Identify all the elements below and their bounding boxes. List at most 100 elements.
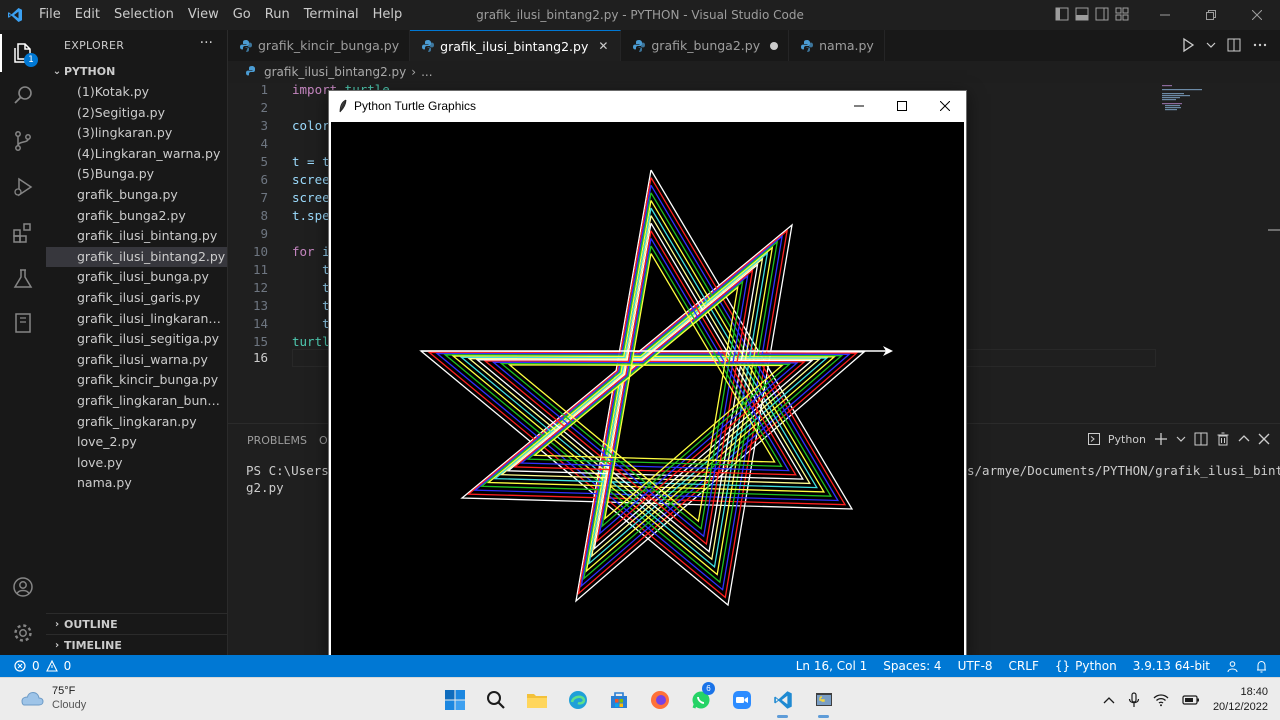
more-actions-icon[interactable]: ··· — [200, 35, 213, 51]
menu-go[interactable]: Go — [226, 0, 258, 30]
file-item[interactable]: grafik_ilusi_garis.py — [46, 288, 227, 309]
file-item[interactable]: (5)Bunga.py — [46, 164, 227, 185]
encoding[interactable]: UTF-8 — [958, 655, 993, 677]
chevron-up-icon[interactable] — [1103, 696, 1115, 704]
python-taskbar-icon[interactable] — [803, 678, 844, 720]
weather-widget[interactable]: 75°F Cloudy — [18, 684, 86, 712]
customize-layout-icon[interactable] — [1114, 6, 1130, 22]
tab-problems[interactable]: PROBLEMS — [247, 434, 307, 447]
breadcrumb-symbols[interactable]: ... — [421, 65, 432, 79]
file-item[interactable]: love.py — [46, 453, 227, 474]
new-terminal-plus-icon[interactable] — [1154, 432, 1168, 446]
file-item[interactable]: nama.py — [46, 473, 227, 494]
remote-explorer-icon[interactable] — [0, 300, 46, 346]
menu-file[interactable]: File — [32, 0, 68, 30]
source-control-icon[interactable] — [0, 118, 46, 164]
file-explorer-icon[interactable] — [516, 678, 557, 720]
explorer-icon[interactable]: 1 — [0, 30, 46, 76]
turtle-window-titlebar[interactable]: Python Turtle Graphics — [329, 91, 966, 121]
split-terminal-icon[interactable] — [1194, 432, 1208, 446]
tab-output[interactable]: O — [319, 434, 328, 447]
notifications-bell-icon[interactable] — [1255, 660, 1268, 673]
file-item[interactable]: grafik_lingkaran_bunga.py — [46, 391, 227, 412]
close-panel-icon[interactable] — [1258, 433, 1270, 445]
turtle-canvas[interactable] — [331, 122, 964, 656]
folder-python[interactable]: ⌄ PYTHON — [46, 60, 227, 82]
menu-help[interactable]: Help — [366, 0, 410, 30]
edge-browser-icon[interactable] — [557, 678, 598, 720]
settings-gear-icon[interactable] — [0, 610, 46, 656]
close-tab-icon[interactable]: ✕ — [596, 39, 610, 53]
cursor-position[interactable]: Ln 16, Col 1 — [796, 655, 868, 677]
menu-view[interactable]: View — [181, 0, 226, 30]
indentation[interactable]: Spaces: 4 — [883, 655, 941, 677]
file-item[interactable]: grafik_ilusi_segitiga.py — [46, 329, 227, 350]
terminal-output[interactable]: PS C:\Users\ g2.py — [246, 462, 336, 496]
file-item[interactable]: grafik_bunga2.py — [46, 206, 227, 227]
toggle-panel-icon[interactable] — [1074, 6, 1090, 22]
file-item[interactable]: love_2.py — [46, 432, 227, 453]
extensions-icon[interactable] — [0, 210, 46, 256]
menu-terminal[interactable]: Terminal — [297, 0, 366, 30]
file-item[interactable]: grafik_ilusi_bunga.py — [46, 267, 227, 288]
more-actions-icon[interactable] — [1252, 37, 1268, 53]
tab-nama[interactable]: nama.py — [789, 30, 885, 61]
menu-selection[interactable]: Selection — [107, 0, 181, 30]
search-icon[interactable] — [0, 72, 46, 118]
battery-icon[interactable] — [1182, 694, 1200, 706]
microphone-icon[interactable] — [1128, 691, 1140, 708]
tab-grafik-ilusi-bintang2[interactable]: grafik_ilusi_bintang2.py ✕ — [410, 30, 622, 61]
chevron-down-icon[interactable] — [1176, 434, 1186, 444]
tab-grafik-bunga2[interactable]: grafik_bunga2.py — [621, 30, 790, 61]
unsaved-dot-icon[interactable] — [770, 41, 779, 50]
problems-status[interactable]: 0 0 — [14, 655, 71, 677]
minimize-icon[interactable] — [1142, 0, 1188, 30]
toggle-primary-sidebar-icon[interactable] — [1054, 6, 1070, 22]
wifi-icon[interactable] — [1153, 693, 1169, 707]
python-interpreter[interactable]: 3.9.13 64-bit — [1133, 655, 1210, 677]
chevron-down-icon[interactable] — [1206, 40, 1216, 50]
testing-icon[interactable] — [0, 256, 46, 302]
file-item[interactable]: (3)lingkaran.py — [46, 123, 227, 144]
file-item[interactable]: grafik_ilusi_warna.py — [46, 350, 227, 371]
file-item[interactable]: grafik_kincir_bunga.py — [46, 370, 227, 391]
language-mode[interactable]: {} Python — [1055, 655, 1117, 677]
feedback-icon[interactable] — [1226, 660, 1239, 673]
vscode-taskbar-icon[interactable] — [762, 678, 803, 720]
maximize-icon[interactable] — [880, 91, 923, 121]
file-item[interactable]: grafik_bunga.py — [46, 185, 227, 206]
terminal-name[interactable]: Python — [1108, 433, 1146, 446]
split-editor-icon[interactable] — [1226, 37, 1242, 53]
close-icon[interactable] — [923, 91, 966, 121]
file-item-selected[interactable]: grafik_ilusi_bintang2.py — [46, 246, 227, 268]
toggle-secondary-sidebar-icon[interactable] — [1094, 6, 1110, 22]
run-python-file-icon[interactable] — [1180, 37, 1196, 53]
end-of-line[interactable]: CRLF — [1009, 655, 1039, 677]
run-debug-icon[interactable] — [0, 164, 46, 210]
firefox-icon[interactable] — [639, 678, 680, 720]
restore-icon[interactable] — [1188, 0, 1234, 30]
close-window-icon[interactable] — [1234, 0, 1280, 30]
microsoft-store-icon[interactable] — [598, 678, 639, 720]
file-item[interactable]: (2)Segitiga.py — [46, 103, 227, 124]
trash-icon[interactable] — [1216, 432, 1230, 446]
accounts-icon[interactable] — [0, 564, 46, 610]
menu-run[interactable]: Run — [258, 0, 297, 30]
turtle-graphics-window[interactable]: Python Turtle Graphics — [328, 90, 967, 659]
minimize-icon[interactable] — [837, 91, 880, 121]
zoom-icon[interactable] — [721, 678, 762, 720]
scrollbar-marker[interactable] — [1268, 229, 1280, 231]
search-icon[interactable] — [475, 678, 516, 720]
start-button[interactable] — [434, 678, 475, 720]
outline-section[interactable]: › OUTLINE — [46, 613, 227, 635]
file-item[interactable]: grafik_ilusi_lingkaran_keo... — [46, 309, 227, 330]
file-item[interactable]: grafik_lingkaran.py — [46, 412, 227, 433]
whatsapp-icon[interactable]: 6 — [680, 678, 721, 720]
file-item[interactable]: (1)Kotak.py — [46, 82, 227, 103]
breadcrumb-file[interactable]: grafik_ilusi_bintang2.py — [264, 65, 406, 79]
clock[interactable]: 18:40 20/12/2022 — [1213, 685, 1268, 715]
minimap[interactable] — [1162, 83, 1212, 143]
tab-grafik-kincir-bunga[interactable]: grafik_kincir_bunga.py — [228, 30, 411, 61]
maximize-panel-icon[interactable] — [1238, 433, 1250, 445]
timeline-section[interactable]: › TIMELINE — [46, 634, 227, 656]
